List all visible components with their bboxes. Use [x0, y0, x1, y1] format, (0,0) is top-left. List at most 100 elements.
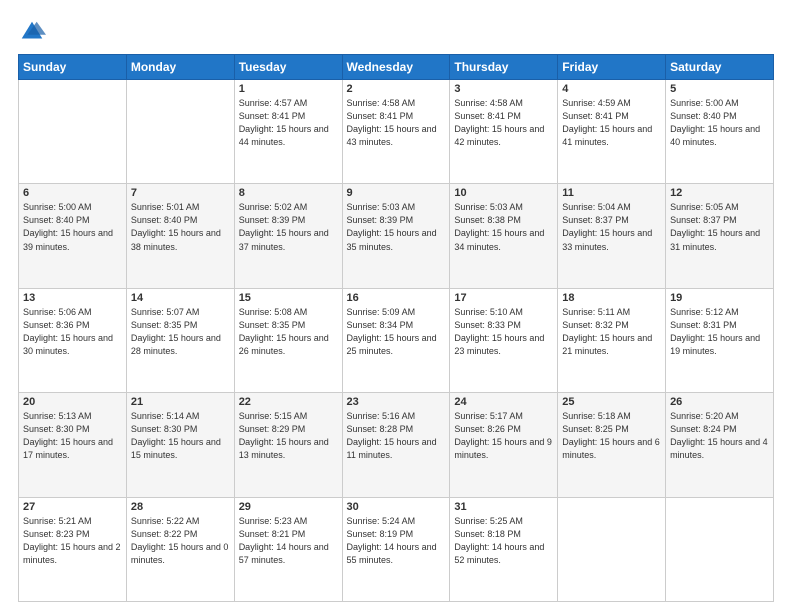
day-number: 8 — [239, 187, 338, 199]
weekday-header-saturday: Saturday — [666, 55, 774, 80]
day-number: 3 — [454, 83, 553, 95]
day-info: Sunrise: 5:07 AM Sunset: 8:35 PM Dayligh… — [131, 306, 230, 358]
calendar-cell: 4Sunrise: 4:59 AM Sunset: 8:41 PM Daylig… — [558, 80, 666, 184]
calendar-week-row: 27Sunrise: 5:21 AM Sunset: 8:23 PM Dayli… — [19, 497, 774, 601]
day-number: 13 — [23, 292, 122, 304]
day-info: Sunrise: 5:11 AM Sunset: 8:32 PM Dayligh… — [562, 306, 661, 358]
day-number: 25 — [562, 396, 661, 408]
calendar-cell: 13 Sunrise: 5:06 AM Sunset: 8:36 PM Dayli… — [19, 288, 127, 392]
day-number: 23 — [347, 396, 446, 408]
calendar-cell: 31 Sunrise: 5:25 AM Sunset: 8:18 PM Dayli… — [450, 497, 558, 601]
day-info: Sunrise: 5:03 AM Sunset: 8:39 PM Dayligh… — [347, 201, 446, 253]
calendar-cell — [558, 497, 666, 601]
calendar-cell: 27Sunrise: 5:21 AM Sunset: 8:23 PM Dayli… — [19, 497, 127, 601]
day-number: 30 — [347, 501, 446, 513]
calendar-week-row: 20 Sunrise: 5:13 AM Sunset: 8:30 PM Dayli… — [19, 393, 774, 497]
day-info: Sunrise: 5:23 AM Sunset: 8:21 PM Dayligh… — [239, 515, 338, 567]
calendar-cell: 15 Sunrise: 5:08 AM Sunset: 8:35 PM Dayli… — [234, 288, 342, 392]
weekday-header-row: SundayMondayTuesdayWednesdayThursdayFrid… — [19, 55, 774, 80]
day-number: 15 — [239, 292, 338, 304]
calendar-cell: 12Sunrise: 5:05 AM Sunset: 8:37 PM Dayli… — [666, 184, 774, 288]
calendar-week-row: 1 Sunrise: 4:57 AM Sunset: 8:41 PM Daylig… — [19, 80, 774, 184]
day-number: 18 — [562, 292, 661, 304]
day-info: Sunrise: 5:00 AM Sunset: 8:40 PM Dayligh… — [23, 201, 122, 253]
day-number: 1 — [239, 83, 338, 95]
day-info: Sunrise: 5:24 AM Sunset: 8:19 PM Dayligh… — [347, 515, 446, 567]
weekday-header-tuesday: Tuesday — [234, 55, 342, 80]
calendar-cell — [126, 80, 234, 184]
day-number: 6 — [23, 187, 122, 199]
day-number: 22 — [239, 396, 338, 408]
day-info: Sunrise: 5:04 AM Sunset: 8:37 PM Dayligh… — [562, 201, 661, 253]
calendar-cell: 23 Sunrise: 5:16 AM Sunset: 8:28 PM Dayli… — [342, 393, 450, 497]
day-info: Sunrise: 4:58 AM Sunset: 8:41 PM Dayligh… — [347, 97, 446, 149]
day-info: Sunrise: 5:25 AM Sunset: 8:18 PM Dayligh… — [454, 515, 553, 567]
calendar-cell: 30 Sunrise: 5:24 AM Sunset: 8:19 PM Dayli… — [342, 497, 450, 601]
day-number: 27 — [23, 501, 122, 513]
day-number: 11 — [562, 187, 661, 199]
weekday-header-thursday: Thursday — [450, 55, 558, 80]
calendar-cell: 24Sunrise: 5:17 AM Sunset: 8:26 PM Dayli… — [450, 393, 558, 497]
day-info: Sunrise: 4:57 AM Sunset: 8:41 PM Dayligh… — [239, 97, 338, 149]
day-info: Sunrise: 4:58 AM Sunset: 8:41 PM Dayligh… — [454, 97, 553, 149]
calendar-cell: 29 Sunrise: 5:23 AM Sunset: 8:21 PM Dayli… — [234, 497, 342, 601]
day-info: Sunrise: 5:10 AM Sunset: 8:33 PM Dayligh… — [454, 306, 553, 358]
day-info: Sunrise: 5:14 AM Sunset: 8:30 PM Dayligh… — [131, 410, 230, 462]
day-number: 16 — [347, 292, 446, 304]
day-number: 26 — [670, 396, 769, 408]
day-info: Sunrise: 5:08 AM Sunset: 8:35 PM Dayligh… — [239, 306, 338, 358]
day-info: Sunrise: 5:15 AM Sunset: 8:29 PM Dayligh… — [239, 410, 338, 462]
calendar-cell: 9 Sunrise: 5:03 AM Sunset: 8:39 PM Daylig… — [342, 184, 450, 288]
calendar-cell: 19Sunrise: 5:12 AM Sunset: 8:31 PM Dayli… — [666, 288, 774, 392]
day-info: Sunrise: 5:16 AM Sunset: 8:28 PM Dayligh… — [347, 410, 446, 462]
calendar-cell: 17 Sunrise: 5:10 AM Sunset: 8:33 PM Dayli… — [450, 288, 558, 392]
day-number: 7 — [131, 187, 230, 199]
page: SundayMondayTuesdayWednesdayThursdayFrid… — [0, 0, 792, 612]
weekday-header-friday: Friday — [558, 55, 666, 80]
logo-icon — [18, 18, 46, 46]
calendar-cell: 11 Sunrise: 5:04 AM Sunset: 8:37 PM Dayli… — [558, 184, 666, 288]
day-info: Sunrise: 5:20 AM Sunset: 8:24 PM Dayligh… — [670, 410, 769, 462]
day-number: 21 — [131, 396, 230, 408]
day-info: Sunrise: 5:00 AM Sunset: 8:40 PM Dayligh… — [670, 97, 769, 149]
calendar-cell: 20 Sunrise: 5:13 AM Sunset: 8:30 PM Dayli… — [19, 393, 127, 497]
calendar-cell: 25 Sunrise: 5:18 AM Sunset: 8:25 PM Dayli… — [558, 393, 666, 497]
calendar-cell: 7 Sunrise: 5:01 AM Sunset: 8:40 PM Daylig… — [126, 184, 234, 288]
day-number: 9 — [347, 187, 446, 199]
calendar-cell — [19, 80, 127, 184]
day-number: 14 — [131, 292, 230, 304]
day-info: Sunrise: 5:06 AM Sunset: 8:36 PM Dayligh… — [23, 306, 122, 358]
weekday-header-monday: Monday — [126, 55, 234, 80]
day-number: 28 — [131, 501, 230, 513]
logo — [18, 18, 50, 46]
calendar-table: SundayMondayTuesdayWednesdayThursdayFrid… — [18, 54, 774, 602]
calendar-week-row: 13 Sunrise: 5:06 AM Sunset: 8:36 PM Dayli… — [19, 288, 774, 392]
day-info: Sunrise: 5:03 AM Sunset: 8:38 PM Dayligh… — [454, 201, 553, 253]
header — [18, 18, 774, 46]
calendar-cell: 5 Sunrise: 5:00 AM Sunset: 8:40 PM Daylig… — [666, 80, 774, 184]
calendar-cell: 3 Sunrise: 4:58 AM Sunset: 8:41 PM Daylig… — [450, 80, 558, 184]
calendar-cell: 26 Sunrise: 5:20 AM Sunset: 8:24 PM Dayli… — [666, 393, 774, 497]
day-info: Sunrise: 5:22 AM Sunset: 8:22 PM Dayligh… — [131, 515, 230, 567]
day-number: 17 — [454, 292, 553, 304]
day-info: Sunrise: 5:18 AM Sunset: 8:25 PM Dayligh… — [562, 410, 661, 462]
calendar-cell — [666, 497, 774, 601]
day-number: 20 — [23, 396, 122, 408]
day-info: Sunrise: 5:13 AM Sunset: 8:30 PM Dayligh… — [23, 410, 122, 462]
day-number: 2 — [347, 83, 446, 95]
day-number: 31 — [454, 501, 553, 513]
day-info: Sunrise: 5:01 AM Sunset: 8:40 PM Dayligh… — [131, 201, 230, 253]
day-number: 29 — [239, 501, 338, 513]
calendar-week-row: 6 Sunrise: 5:00 AM Sunset: 8:40 PM Daylig… — [19, 184, 774, 288]
day-info: Sunrise: 5:09 AM Sunset: 8:34 PM Dayligh… — [347, 306, 446, 358]
day-info: Sunrise: 5:12 AM Sunset: 8:31 PM Dayligh… — [670, 306, 769, 358]
day-info: Sunrise: 5:17 AM Sunset: 8:26 PM Dayligh… — [454, 410, 553, 462]
calendar-cell: 16 Sunrise: 5:09 AM Sunset: 8:34 PM Dayli… — [342, 288, 450, 392]
day-info: Sunrise: 5:05 AM Sunset: 8:37 PM Dayligh… — [670, 201, 769, 253]
weekday-header-wednesday: Wednesday — [342, 55, 450, 80]
calendar-cell: 1 Sunrise: 4:57 AM Sunset: 8:41 PM Daylig… — [234, 80, 342, 184]
calendar-cell: 14 Sunrise: 5:07 AM Sunset: 8:35 PM Dayli… — [126, 288, 234, 392]
day-number: 5 — [670, 83, 769, 95]
calendar-cell: 18 Sunrise: 5:11 AM Sunset: 8:32 PM Dayli… — [558, 288, 666, 392]
calendar-cell: 2 Sunrise: 4:58 AM Sunset: 8:41 PM Daylig… — [342, 80, 450, 184]
